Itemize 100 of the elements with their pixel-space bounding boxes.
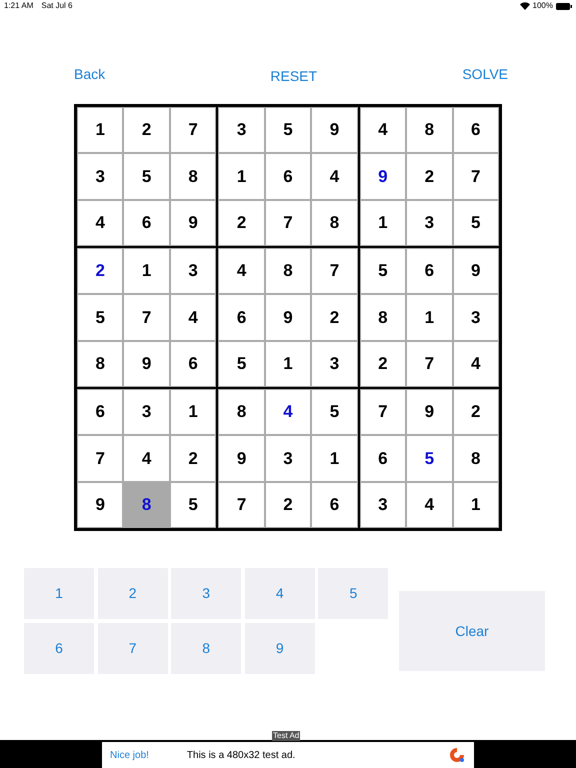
status-time: 1:21 AM (4, 0, 34, 12)
sudoku-cell[interactable]: 1 (264, 340, 312, 387)
sudoku-cell[interactable]: 9 (170, 200, 216, 246)
sudoku-cell[interactable]: 1 (360, 200, 406, 246)
sudoku-cell[interactable]: 9 (77, 482, 124, 528)
sudoku-cell[interactable]: 3 (311, 340, 358, 387)
back-button[interactable]: Back (74, 64, 106, 85)
sudoku-cell[interactable]: 9 (264, 294, 312, 341)
sudoku-cell[interactable]: 6 (170, 340, 216, 387)
sudoku-cell[interactable]: 1 (311, 435, 358, 482)
solve-button[interactable]: SOLVE (462, 64, 508, 85)
number-key[interactable]: 6 (24, 623, 94, 674)
sudoku-cell[interactable]: 8 (406, 107, 453, 154)
sudoku-cell[interactable]: 2 (218, 200, 265, 246)
sudoku-cell[interactable]: 2 (264, 482, 312, 528)
sudoku-cell[interactable]: 4 (360, 107, 406, 154)
sudoku-cell[interactable]: 3 (264, 435, 312, 482)
sudoku-cell[interactable]: 4 (77, 200, 124, 246)
sudoku-cell[interactable]: 9 (452, 248, 499, 294)
battery-percent: 100% (532, 0, 553, 12)
sudoku-cell[interactable]: 4 (264, 389, 312, 436)
sudoku-cell[interactable]: 3 (218, 107, 265, 154)
sudoku-cell[interactable]: 2 (360, 340, 406, 387)
number-key[interactable]: 3 (171, 568, 242, 619)
sudoku-cell[interactable]: 6 (452, 107, 499, 154)
sudoku-cell[interactable]: 8 (452, 435, 499, 482)
sudoku-cell[interactable]: 3 (452, 294, 499, 341)
sudoku-cell[interactable]: 1 (406, 294, 453, 341)
sudoku-cell[interactable]: 3 (360, 482, 406, 528)
sudoku-cell[interactable]: 2 (123, 107, 170, 154)
sudoku-cell[interactable]: 5 (170, 482, 216, 528)
sudoku-cell[interactable]: 3 (170, 248, 216, 294)
sudoku-cell[interactable]: 5 (77, 294, 124, 341)
sudoku-cell[interactable]: 1 (77, 107, 124, 154)
sudoku-cell[interactable]: 7 (360, 389, 406, 436)
sudoku-cell[interactable]: 2 (452, 389, 499, 436)
battery-icon (556, 2, 572, 10)
number-key[interactable]: 5 (318, 568, 388, 619)
sudoku-cell[interactable]: 7 (123, 294, 170, 341)
number-key[interactable]: 4 (244, 568, 315, 619)
sudoku-cell[interactable]: 2 (406, 153, 453, 200)
number-key[interactable]: 2 (98, 568, 168, 619)
sudoku-cell[interactable]: 5 (360, 248, 406, 294)
sudoku-cell[interactable]: 8 (264, 248, 312, 294)
sudoku-cell[interactable]: 3 (123, 389, 170, 436)
sudoku-cell[interactable]: 8 (218, 389, 265, 436)
sudoku-cell[interactable]: 6 (77, 389, 124, 436)
ad-text: This is a 480x32 test ad. (186, 748, 296, 762)
sudoku-cell[interactable]: 9 (360, 153, 406, 200)
sudoku-cell[interactable]: 8 (77, 340, 124, 387)
sudoku-cell[interactable]: 9 (311, 107, 358, 154)
sudoku-cell[interactable]: 4 (406, 482, 453, 528)
sudoku-cell[interactable]: 1 (218, 153, 265, 200)
wifi-icon (520, 2, 530, 10)
reset-button[interactable]: RESET (270, 66, 318, 87)
sudoku-cell[interactable]: 6 (123, 200, 170, 246)
sudoku-cell[interactable]: 4 (311, 153, 358, 200)
number-key[interactable]: 9 (244, 623, 315, 674)
sudoku-cell[interactable]: 7 (218, 482, 265, 528)
sudoku-cell[interactable]: 5 (218, 340, 265, 387)
sudoku-cell[interactable]: 1 (170, 389, 216, 436)
sudoku-cell[interactable]: 9 (218, 435, 265, 482)
sudoku-cell[interactable]: 7 (264, 200, 312, 246)
sudoku-cell[interactable]: 3 (406, 200, 453, 246)
sudoku-cell[interactable]: 6 (264, 153, 312, 200)
sudoku-cell[interactable]: 8 (170, 153, 216, 200)
status-date: Sat Jul 6 (41, 0, 72, 12)
sudoku-cell[interactable]: 2 (77, 248, 124, 294)
sudoku-cell[interactable]: 7 (406, 340, 453, 387)
sudoku-cell[interactable]: 2 (311, 294, 358, 341)
sudoku-cell[interactable]: 7 (311, 248, 358, 294)
sudoku-cell[interactable]: 6 (406, 248, 453, 294)
sudoku-cell[interactable]: 5 (311, 389, 358, 436)
sudoku-cell[interactable]: 5 (264, 107, 312, 154)
number-key[interactable]: 7 (98, 623, 168, 674)
number-key[interactable]: 1 (24, 568, 94, 619)
number-key[interactable]: 8 (171, 623, 242, 674)
sudoku-cell[interactable]: 8 (311, 200, 358, 246)
sudoku-cell[interactable]: 5 (452, 200, 499, 246)
sudoku-cell[interactable]: 7 (170, 107, 216, 154)
sudoku-cell[interactable]: 8 (360, 294, 406, 341)
sudoku-cell[interactable]: 9 (406, 389, 453, 436)
sudoku-cell[interactable]: 4 (452, 340, 499, 387)
sudoku-cell[interactable]: 6 (218, 294, 265, 341)
sudoku-cell[interactable]: 5 (406, 435, 453, 482)
clear-button[interactable]: Clear (399, 591, 545, 671)
sudoku-cell[interactable]: 7 (452, 153, 499, 200)
sudoku-cell[interactable]: 1 (452, 482, 499, 528)
sudoku-cell[interactable]: 6 (311, 482, 358, 528)
sudoku-cell[interactable]: 8 (123, 482, 170, 528)
sudoku-cell[interactable]: 3 (77, 153, 124, 200)
sudoku-cell[interactable]: 4 (218, 248, 265, 294)
sudoku-cell[interactable]: 9 (123, 340, 170, 387)
sudoku-cell[interactable]: 7 (77, 435, 124, 482)
sudoku-cell[interactable]: 2 (170, 435, 216, 482)
sudoku-cell[interactable]: 5 (123, 153, 170, 200)
sudoku-cell[interactable]: 6 (360, 435, 406, 482)
sudoku-cell[interactable]: 1 (123, 248, 170, 294)
sudoku-cell[interactable]: 4 (123, 435, 170, 482)
sudoku-cell[interactable]: 4 (170, 294, 216, 341)
